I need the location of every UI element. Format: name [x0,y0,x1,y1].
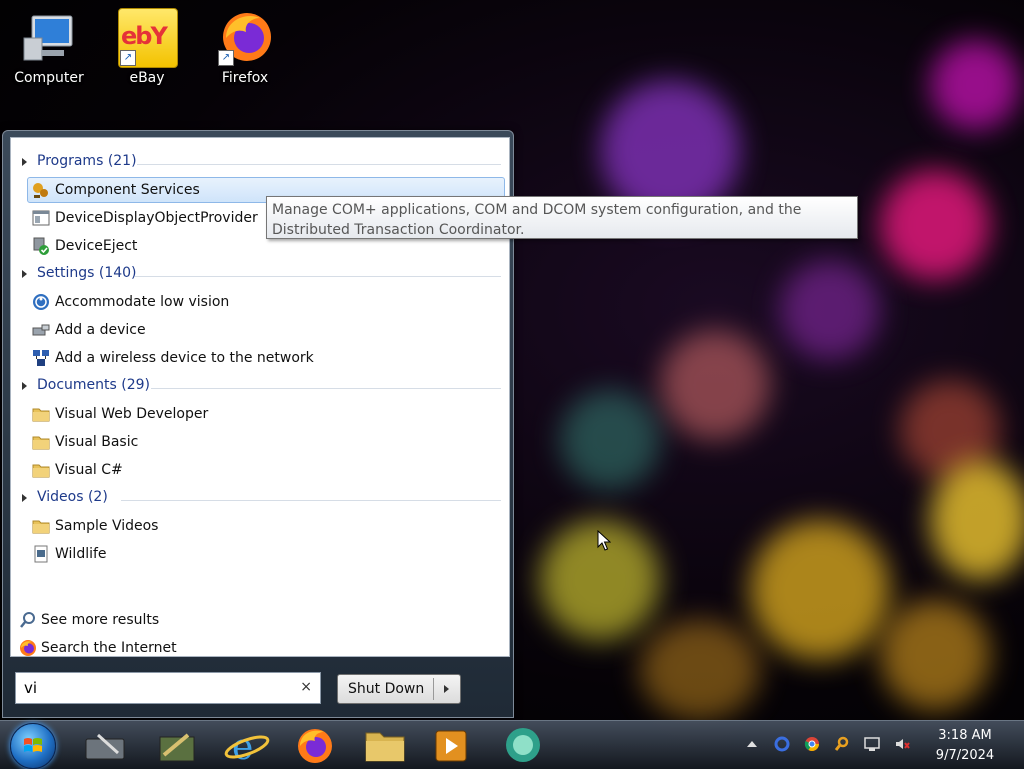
video-file-icon [32,545,50,563]
taskbar-internet-explorer[interactable]: e [220,725,274,768]
show-hidden-icons-arrow[interactable] [744,736,760,752]
result-label: Visual Web Developer [55,406,209,422]
taskbar-pen-tablet[interactable] [78,725,132,765]
result-visual-web-developer[interactable]: Visual Web Developer [27,401,505,427]
pen-tablet-icon [85,733,125,760]
circle-app-icon[interactable] [774,736,790,752]
shutdown-button[interactable]: Shut Down [337,674,461,704]
result-label: Wildlife [55,546,107,562]
taskbar-messenger[interactable] [496,725,550,765]
shutdown-label: Shut Down [348,681,425,697]
internet-explorer-icon: e [224,727,270,768]
group-header-programs[interactable]: Programs (21) [11,149,509,175]
desktop-icon-label: Computer [14,70,84,86]
media-player-icon [435,730,467,762]
group-header-videos[interactable]: Videos (2) [11,485,509,511]
result-label: Add a wireless device to the network [55,350,314,366]
clear-search-icon[interactable]: × [300,679,312,695]
network-icon [32,349,50,367]
divider [151,388,501,389]
ease-of-access-icon [32,293,50,311]
folder-icon [32,433,50,451]
folder-icon [32,405,50,423]
mouse-cursor-icon [597,530,611,551]
computer-icon [20,8,78,66]
result-visual-basic[interactable]: Visual Basic [27,429,505,455]
start-button[interactable] [10,723,56,769]
ebay-logo: ebY [121,22,168,50]
result-label: DeviceEject [55,238,138,254]
file-explorer-icon [365,732,405,762]
search-internet-label: Search the Internet [41,640,177,656]
volume-muted-icon[interactable] [894,736,910,752]
component-services-icon [32,181,50,199]
group-title: Videos (2) [37,489,108,505]
messenger-icon [506,728,540,762]
clock-time: 3:18 AM [938,728,992,743]
shortcut-arrow-icon: ↗ [120,50,136,66]
result-label: Visual C# [55,462,123,478]
taskbar-media-player[interactable] [424,725,478,765]
taskbar-clock[interactable]: 3:18 AM 9/7/2024 [920,726,1010,766]
desktop-icon-label: eBay [129,70,165,86]
device-eject-icon [32,237,50,255]
expand-arrow-icon [22,382,27,390]
group-header-documents[interactable]: Documents (29) [11,373,509,399]
ebay-icon: ebY ↗ [118,8,178,68]
search-input-value: vi [24,679,38,697]
result-sample-videos[interactable]: Sample Videos [27,513,505,539]
desktop-icon-label: Firefox [221,70,269,86]
result-label: Accommodate low vision [55,294,230,310]
divider [137,164,501,165]
firefox-icon [19,639,37,657]
group-title: Programs (21) [37,153,137,169]
notepad-icon [159,733,195,762]
tooltip: Manage COM+ applications, COM and DCOM s… [266,196,858,239]
taskbar-firefox[interactable] [288,725,342,765]
result-label: Add a device [55,322,146,338]
shutdown-options-arrow-icon[interactable] [444,685,449,693]
desktop-icon-ebay[interactable]: ebY ↗ eBay [104,8,190,86]
taskbar-file-explorer[interactable] [358,725,412,765]
folder-icon [32,461,50,479]
network-status-icon[interactable] [864,736,880,752]
start-search-input[interactable]: vi × [15,672,321,704]
windows-logo-icon [24,738,42,752]
result-label: Component Services [55,182,200,198]
divider [135,276,501,277]
expand-arrow-icon [22,270,27,278]
divider [433,678,434,700]
group-title: Settings (140) [37,265,137,281]
firefox-icon [298,729,332,763]
group-header-settings[interactable]: Settings (140) [11,261,509,287]
search-icon [19,611,37,629]
result-add-a-device[interactable]: Add a device [27,317,505,343]
taskbar-notepad[interactable] [150,725,204,765]
result-wildlife[interactable]: Wildlife [27,541,505,567]
group-title: Documents (29) [37,377,151,393]
desktop-icon-computer[interactable]: Computer [6,8,92,86]
result-accommodate-low-vision[interactable]: Accommodate low vision [27,289,505,315]
see-more-results-link[interactable]: See more results [17,607,317,633]
result-label: Sample Videos [55,518,159,534]
add-device-icon [32,321,50,339]
expand-arrow-icon [22,158,27,166]
result-label: DeviceDisplayObjectProvider [55,210,258,226]
divider [121,500,501,501]
app-window-icon [32,209,50,227]
result-label: Visual Basic [55,434,139,450]
chrome-icon[interactable] [804,736,820,752]
result-add-wireless-device[interactable]: Add a wireless device to the network [27,345,505,371]
search-tool-icon[interactable] [834,736,850,752]
search-internet-link[interactable]: Search the Internet [17,635,317,661]
expand-arrow-icon [22,494,27,502]
see-more-label: See more results [41,612,160,628]
result-visual-csharp[interactable]: Visual C# [27,457,505,483]
clock-date: 9/7/2024 [935,748,995,763]
shortcut-arrow-icon: ↗ [218,50,234,66]
firefox-icon: ↗ [216,8,274,66]
desktop-icon-firefox[interactable]: ↗ Firefox [202,8,288,86]
folder-icon [32,517,50,535]
